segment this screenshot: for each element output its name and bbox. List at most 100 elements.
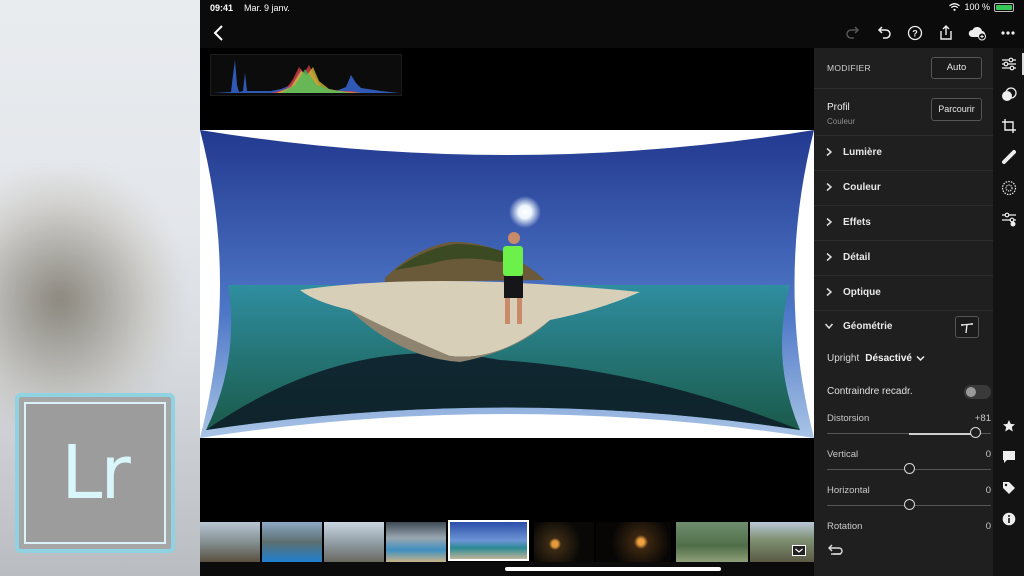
info-button[interactable] [1000, 510, 1017, 527]
radial-tool-button[interactable] [1000, 179, 1017, 196]
section-label: Géométrie [843, 321, 893, 332]
slider-label: Rotation [827, 521, 863, 532]
comments-button[interactable] [1000, 448, 1017, 465]
redo-button[interactable] [841, 21, 865, 45]
slider-value: 0 [985, 449, 991, 460]
share-button[interactable] [934, 21, 958, 45]
help-icon: ? [907, 25, 923, 41]
back-button[interactable] [206, 22, 230, 44]
profile-label: Profil [827, 102, 850, 113]
reset-button[interactable] [828, 542, 844, 556]
slider-horizontal: Horizontal 0 [827, 485, 991, 515]
browse-profiles-button[interactable]: Parcourir [931, 98, 982, 121]
section-lumiere[interactable]: Lumière [814, 136, 993, 171]
upright-value: Désactivé [865, 353, 912, 364]
top-toolbar: ? [200, 18, 1024, 48]
constrain-crop-row: Contraindre recadr. [827, 385, 991, 399]
cloud-sync-icon [968, 26, 986, 41]
tool-rail [993, 48, 1024, 576]
chevron-down-icon [916, 355, 925, 362]
rating-button[interactable] [1000, 417, 1017, 434]
edit-panel: MODIFIER Auto Profil Couleur Parcourir L… [814, 48, 993, 576]
section-label: Effets [843, 217, 871, 228]
chevron-down-icon [824, 323, 834, 330]
toolbar-actions: ? [841, 21, 1020, 45]
filmstrip-thumbnail[interactable] [324, 522, 384, 562]
section-optique[interactable]: Optique [814, 276, 993, 311]
filmstrip-thumbnail[interactable] [386, 522, 446, 562]
presets-tool-button[interactable] [1000, 210, 1017, 227]
chevron-right-icon [826, 182, 833, 192]
section-effets[interactable]: Effets [814, 206, 993, 241]
panel-title: MODIFIER [827, 63, 871, 73]
undo-button[interactable] [872, 21, 896, 45]
section-label: Détail [843, 252, 871, 263]
home-indicator[interactable] [505, 567, 721, 571]
healing-icon [1001, 149, 1016, 164]
star-icon [1002, 419, 1015, 431]
constrain-crop-toggle[interactable] [964, 385, 991, 399]
filmstrip-thumbnail[interactable] [534, 522, 594, 562]
section-couleur[interactable]: Couleur [814, 171, 993, 206]
upright-dropdown[interactable]: Désactivé [865, 353, 925, 364]
background-blur-area: Lr [0, 0, 200, 576]
crop-tool-button[interactable] [1000, 117, 1017, 134]
status-indicators: 100 % [949, 2, 1014, 12]
filmstrip-thumbnail[interactable] [750, 522, 814, 562]
selective-icon [1001, 86, 1017, 101]
panorama-photo [200, 130, 814, 438]
blurred-photo-backdrop [0, 170, 180, 430]
slider-rotation: Rotation 0 [827, 521, 991, 551]
profile-value: Couleur [827, 117, 856, 126]
info-icon [1002, 512, 1015, 525]
guided-upright-button[interactable] [955, 316, 979, 338]
selective-tool-button[interactable] [1000, 86, 1017, 103]
sliders-icon [1001, 57, 1016, 70]
slider-label: Vertical [827, 449, 859, 460]
status-bar: 09:41 Mar. 9 janv. 100 % [200, 0, 1024, 16]
slider-thumb[interactable] [903, 463, 915, 474]
edit-tool-button[interactable] [1000, 55, 1017, 72]
battery-percent: 100 % [964, 2, 990, 12]
redo-icon [846, 26, 860, 39]
filmstrip-expand-icon [792, 545, 806, 556]
photo-canvas[interactable] [200, 48, 814, 520]
auto-button[interactable]: Auto [931, 57, 982, 79]
profile-row: Profil Couleur Parcourir [814, 89, 993, 136]
tag-icon [1002, 481, 1015, 494]
healing-tool-button[interactable] [1000, 148, 1017, 165]
lightroom-logo-text: Lr [61, 430, 131, 516]
slider-value: 0 [985, 521, 991, 532]
section-detail[interactable]: Détail [814, 241, 993, 276]
status-date: Mar. 9 janv. [244, 3, 290, 13]
more-icon [1001, 31, 1015, 35]
filmstrip-thumbnail[interactable] [676, 522, 748, 562]
panel-header: MODIFIER Auto [814, 48, 993, 89]
lightroom-logo: Lr [15, 393, 175, 553]
slider-value: 0 [985, 485, 991, 496]
filmstrip-thumbnail[interactable] [200, 522, 260, 562]
comment-icon [1002, 450, 1015, 463]
chevron-right-icon [826, 287, 833, 297]
crop-icon [1001, 118, 1016, 133]
filmstrip [200, 520, 814, 562]
slider-fill [909, 432, 976, 435]
slider-thumb[interactable] [969, 427, 981, 438]
slider-label: Horizontal [827, 485, 870, 496]
help-button[interactable]: ? [903, 21, 927, 45]
filmstrip-thumbnail[interactable] [262, 522, 322, 562]
slider-thumb[interactable] [903, 499, 915, 510]
slider-value: +81 [974, 413, 991, 424]
presets-icon [1001, 212, 1016, 226]
cloud-sync-button[interactable] [965, 21, 989, 45]
share-icon [940, 25, 952, 40]
more-button[interactable] [996, 21, 1020, 45]
filmstrip-thumbnail[interactable] [596, 522, 671, 562]
constrain-crop-label: Contraindre recadr. [827, 386, 913, 397]
status-time: 09:41 [210, 3, 234, 13]
battery-icon [994, 2, 1014, 12]
keywords-button[interactable] [1000, 479, 1017, 496]
section-label: Couleur [843, 182, 881, 193]
guided-upright-icon [961, 323, 973, 334]
filmstrip-thumbnail-selected[interactable] [448, 520, 529, 561]
